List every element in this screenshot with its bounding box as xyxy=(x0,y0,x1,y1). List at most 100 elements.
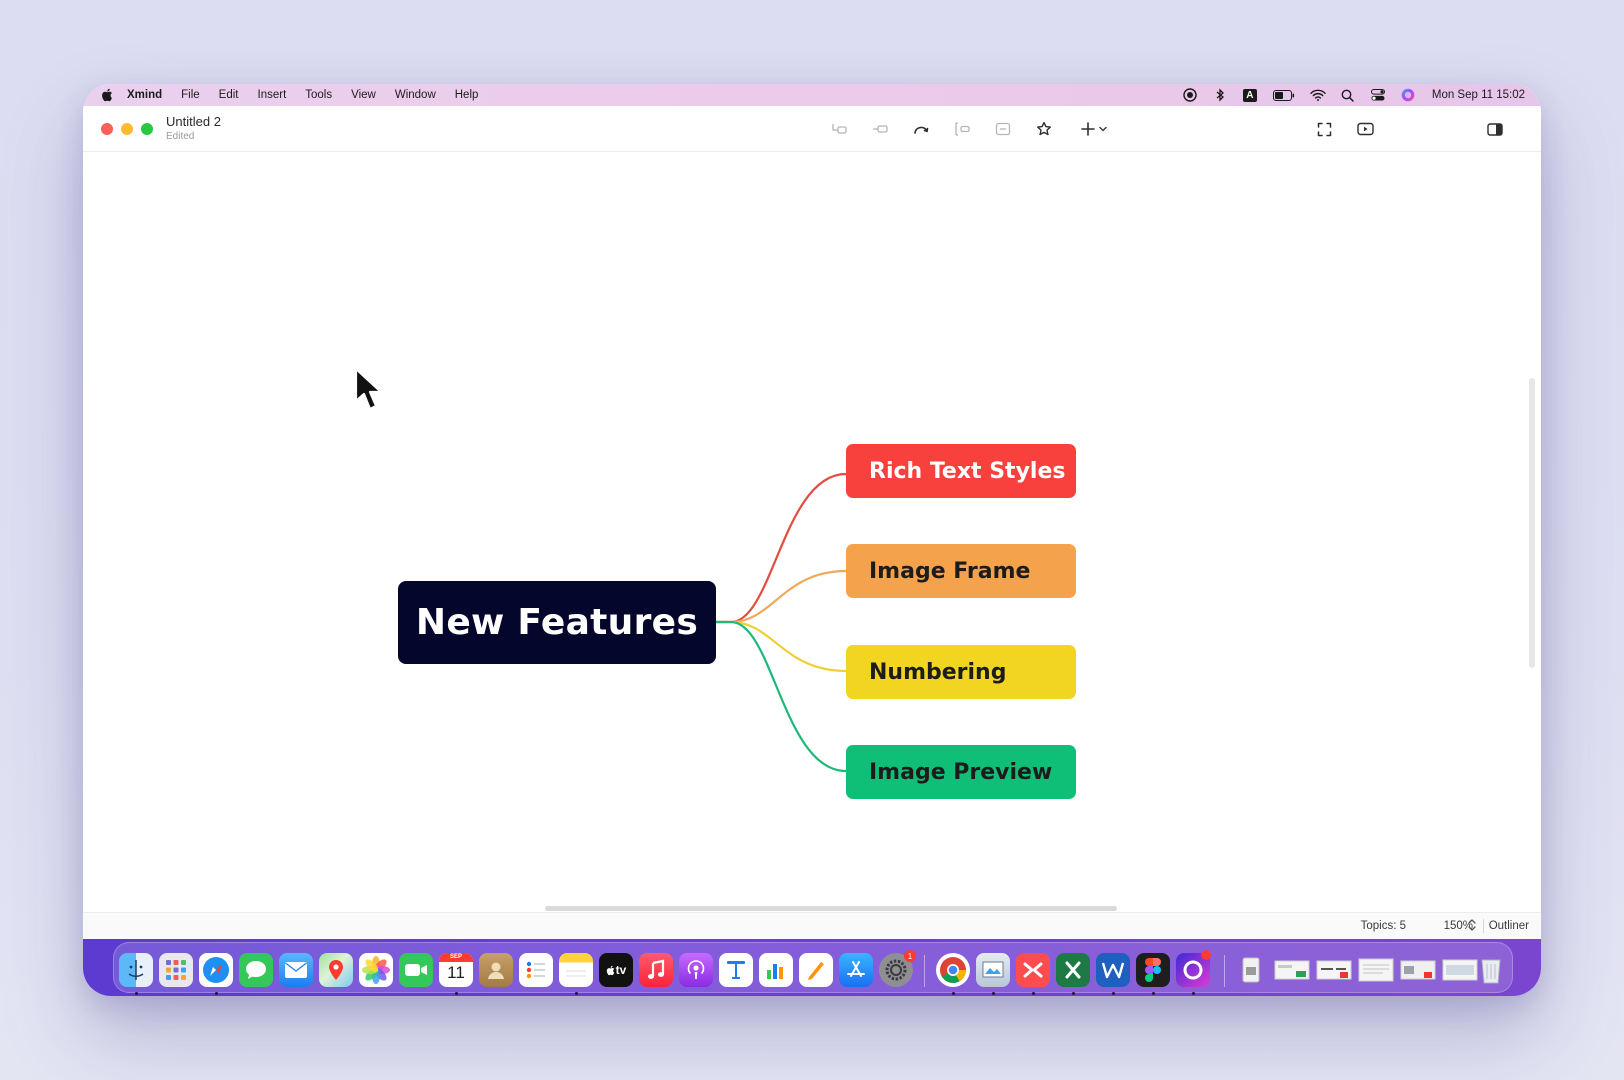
topic-count: Topics: 5 xyxy=(1360,920,1406,932)
siri-icon[interactable] xyxy=(1400,88,1416,102)
mouse-pointer-icon xyxy=(354,367,383,411)
dock-podcasts[interactable] xyxy=(679,953,713,987)
contacts-person-icon xyxy=(488,962,504,979)
dock-app-store[interactable] xyxy=(839,953,873,987)
vertical-scrollbar[interactable] xyxy=(1529,378,1535,668)
dock-word[interactable] xyxy=(1096,953,1130,987)
insert-subtopic-button[interactable] xyxy=(828,118,850,140)
menu-tools[interactable]: Tools xyxy=(305,89,332,101)
window-toolbar: Untitled 2 Edited xyxy=(83,106,1541,152)
input-source-label: A xyxy=(1242,88,1257,102)
dock-launchpad[interactable] xyxy=(159,953,193,987)
running-indicator xyxy=(992,992,995,995)
mindmap-canvas[interactable]: New Features Rich Text Styles Image Fram… xyxy=(83,152,1541,912)
dock-finder[interactable] xyxy=(119,953,153,987)
dock: SEP 11 tv 1 xyxy=(113,942,1513,995)
dock-trash[interactable] xyxy=(1474,953,1508,987)
input-source-icon[interactable]: A xyxy=(1242,88,1258,102)
topic-numbering[interactable]: Numbering xyxy=(846,645,1076,699)
menu-file[interactable]: File xyxy=(181,89,200,101)
insert-topic-button[interactable] xyxy=(869,118,891,140)
dock-contacts[interactable] xyxy=(479,953,513,987)
window-thumbnail-icon xyxy=(1400,960,1436,980)
zoom-stepper-icon[interactable] xyxy=(1468,918,1476,932)
dock-facetime[interactable] xyxy=(399,953,433,987)
control-center-icon[interactable] xyxy=(1370,88,1386,102)
dock-minimized-window-1[interactable] xyxy=(1272,953,1312,987)
dock-divider xyxy=(1224,955,1225,987)
dock-divider xyxy=(924,955,925,987)
calendar-day: 11 xyxy=(447,963,465,982)
apple-menu-icon[interactable] xyxy=(99,88,115,102)
zen-mode-button[interactable] xyxy=(1313,118,1335,140)
status-bar: Topics: 5 150% Outliner xyxy=(83,912,1541,939)
bluetooth-icon[interactable] xyxy=(1212,88,1228,102)
dock-photos[interactable] xyxy=(359,953,393,987)
dock-numbers[interactable] xyxy=(759,953,793,987)
dock-excel[interactable] xyxy=(1056,953,1090,987)
dock-tv[interactable]: tv xyxy=(599,953,633,987)
dock-preview[interactable] xyxy=(976,953,1010,987)
dock-figma[interactable] xyxy=(1136,953,1170,987)
menu-app-name[interactable]: Xmind xyxy=(127,89,162,101)
window-thumbnail-icon xyxy=(1316,960,1352,980)
dock-maps[interactable] xyxy=(319,953,353,987)
app-store-icon xyxy=(847,961,865,977)
spotlight-search-icon[interactable] xyxy=(1340,88,1356,102)
dock-mail[interactable] xyxy=(279,953,313,987)
insert-topic-icon xyxy=(873,125,888,133)
dock-notes[interactable] xyxy=(559,953,593,987)
pages-pen-icon xyxy=(808,962,824,980)
document-title[interactable]: Untitled 2 xyxy=(166,114,221,129)
dock-reminders[interactable] xyxy=(519,953,553,987)
dock-minimized-window-2[interactable] xyxy=(1314,953,1354,987)
status-divider xyxy=(1483,919,1484,933)
window-thumbnail-icon xyxy=(1442,959,1478,981)
document-stack-icon xyxy=(1242,957,1260,983)
battery-icon[interactable] xyxy=(1272,88,1296,102)
sidebar-icon xyxy=(1487,122,1503,136)
dock-chrome[interactable] xyxy=(936,953,970,987)
dock-minimized-window-4[interactable] xyxy=(1398,953,1438,987)
menu-window[interactable]: Window xyxy=(395,89,436,101)
topic-image-frame[interactable]: Image Frame xyxy=(846,544,1076,598)
connector-line-rich-text-styles xyxy=(716,472,847,624)
boundary-button[interactable] xyxy=(951,118,973,140)
menu-insert[interactable]: Insert xyxy=(258,89,287,101)
dock-minimized-window-3[interactable] xyxy=(1356,953,1396,987)
summary-button[interactable] xyxy=(992,118,1014,140)
wifi-icon[interactable] xyxy=(1310,88,1326,102)
relationship-button[interactable] xyxy=(910,118,932,140)
dock-music[interactable] xyxy=(639,953,673,987)
menu-bar: Xmind File Edit Insert Tools View Window… xyxy=(83,84,1541,106)
menu-bar-clock[interactable]: Mon Sep 11 15:02 xyxy=(1432,89,1525,101)
minimize-window-button[interactable] xyxy=(121,123,133,135)
menu-help[interactable]: Help xyxy=(455,89,479,101)
central-topic[interactable]: New Features xyxy=(398,581,716,664)
dock-calendar[interactable]: SEP 11 xyxy=(439,953,473,987)
insert-menu-button[interactable] xyxy=(1077,118,1111,140)
topic-image-preview[interactable]: Image Preview xyxy=(846,745,1076,799)
close-window-button[interactable] xyxy=(101,123,113,135)
menu-edit[interactable]: Edit xyxy=(219,89,239,101)
marker-button[interactable] xyxy=(1033,118,1055,140)
pitch-mode-button[interactable] xyxy=(1354,118,1376,140)
window-controls xyxy=(101,123,153,135)
dock-safari[interactable] xyxy=(199,953,233,987)
horizontal-scrollbar[interactable] xyxy=(545,906,1117,911)
dock-keynote[interactable] xyxy=(719,953,753,987)
sidebar-toggle-button[interactable] xyxy=(1484,118,1506,140)
menu-view[interactable]: View xyxy=(351,89,376,101)
dock-pages[interactable] xyxy=(799,953,833,987)
notes-lines-icon xyxy=(566,970,586,977)
screen-record-icon[interactable] xyxy=(1182,88,1198,102)
topic-rich-text-styles[interactable]: Rich Text Styles xyxy=(846,444,1076,498)
outliner-button[interactable]: Outliner xyxy=(1489,920,1529,932)
zoom-window-button[interactable] xyxy=(141,123,153,135)
document-status: Edited xyxy=(166,131,195,142)
dock-xmind[interactable] xyxy=(1016,953,1050,987)
dock-messages[interactable] xyxy=(239,953,273,987)
word-icon xyxy=(1101,962,1125,979)
dock-downloads-stack[interactable] xyxy=(1234,953,1268,987)
xmind-logo-icon xyxy=(1023,962,1043,978)
